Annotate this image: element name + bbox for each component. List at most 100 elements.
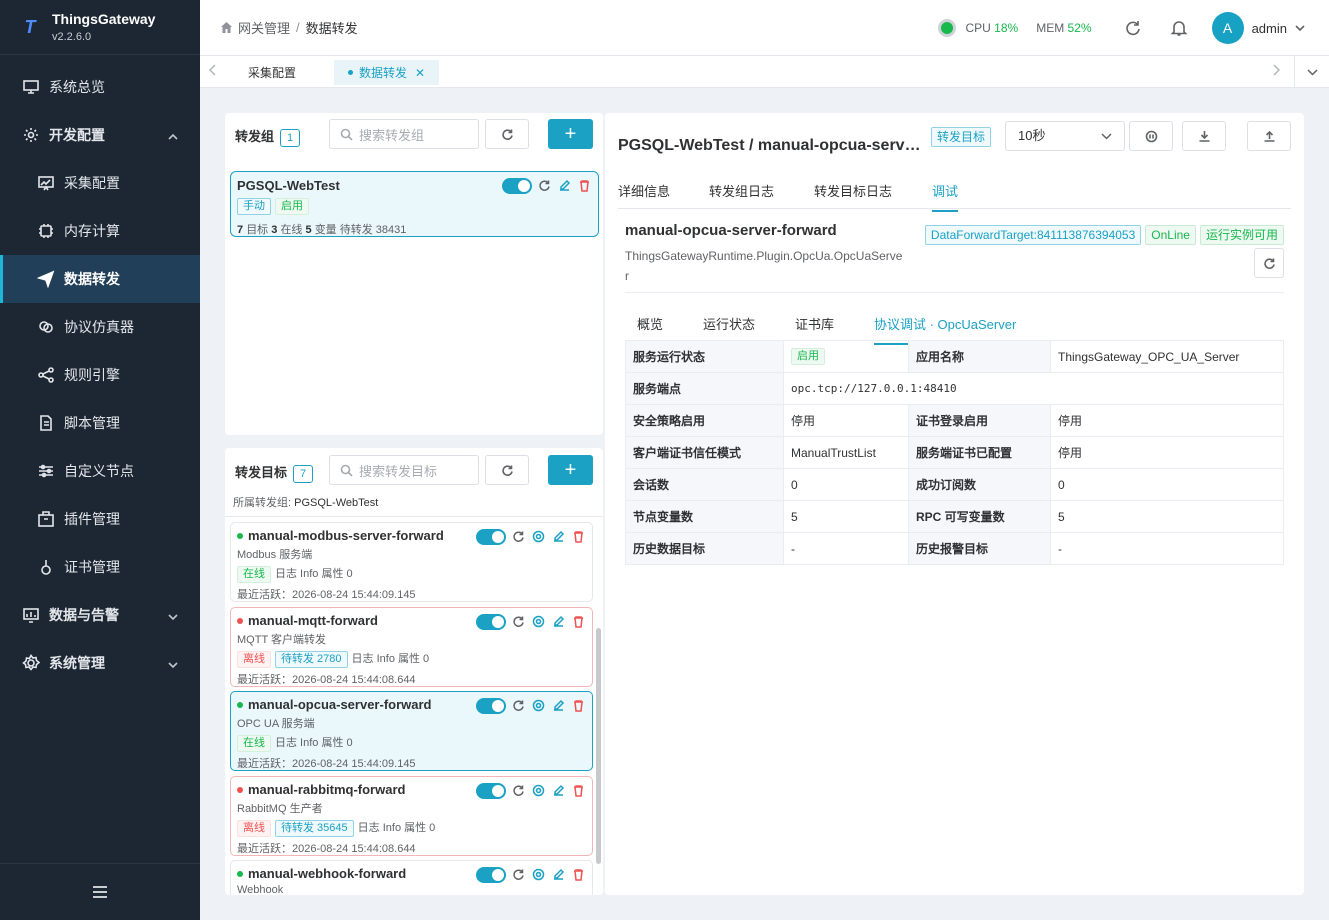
target-card-webhook[interactable]: manual-webhook-forward Webhook: [230, 860, 593, 895]
targets-scrollbar[interactable]: [596, 628, 601, 864]
refresh-icon[interactable]: [512, 615, 526, 629]
sidebar-item-data-alarm[interactable]: 数据与告警: [0, 591, 200, 639]
sidebar-item-label: 系统总览: [49, 79, 105, 95]
target-enable-toggle[interactable]: [476, 783, 506, 799]
upload-button[interactable]: [1247, 121, 1291, 151]
pause-button[interactable]: [1129, 121, 1173, 151]
username[interactable]: admin: [1252, 21, 1287, 36]
chevron-right-icon[interactable]: [1271, 64, 1283, 78]
refresh-icon[interactable]: [512, 784, 526, 798]
sidebar-item-label: 内存计算: [64, 223, 120, 239]
sidebar: T ThingsGateway v2.2.6.0 系统总览 开发配置 采集配置 …: [0, 0, 200, 920]
close-icon[interactable]: ✕: [415, 66, 425, 80]
online-dot: [237, 870, 243, 877]
sidebar-item-memory-compute[interactable]: 内存计算: [0, 207, 200, 255]
chevron-left-icon[interactable]: [208, 64, 220, 78]
target-type: Modbus 服务端: [237, 549, 313, 561]
table-row: 会话数 0 成功订阅数 0: [625, 468, 1284, 501]
target-enable-toggle[interactable]: [476, 698, 506, 714]
sidebar-item-label: 规则引擎: [64, 367, 120, 383]
tab-debug[interactable]: 调试: [932, 181, 959, 212]
subtab-overview[interactable]: 概览: [637, 314, 663, 333]
target-type: Webhook: [237, 884, 284, 895]
interval-select[interactable]: 10秒: [1005, 121, 1125, 151]
gear-icon[interactable]: [532, 699, 546, 713]
breadcrumb-parent[interactable]: 网关管理: [238, 18, 290, 37]
sidebar-item-dev-config[interactable]: 开发配置: [0, 111, 200, 159]
target-card-mqtt[interactable]: manual-mqtt-forward MQTT 客户端转发 离线 待转发 278…: [230, 607, 593, 687]
sidebar-item-label: 插件管理: [64, 511, 120, 527]
tab-details[interactable]: 详细信息: [618, 181, 670, 200]
refresh-icon[interactable]: [512, 699, 526, 713]
target-enable-toggle[interactable]: [476, 867, 506, 883]
sidebar-item-plugin-manage[interactable]: 插件管理: [0, 495, 200, 543]
target-card-modbus[interactable]: manual-modbus-server-forward Modbus 服务端 …: [230, 522, 593, 602]
refresh-icon[interactable]: [512, 868, 526, 882]
sidebar-item-rule-engine[interactable]: 规则引擎: [0, 351, 200, 399]
delete-icon[interactable]: [572, 699, 586, 713]
tab-target-log[interactable]: 转发目标日志: [814, 181, 892, 200]
add-group-button[interactable]: +: [548, 119, 593, 149]
download-icon: [1199, 130, 1209, 142]
target-card-rabbitmq[interactable]: manual-rabbitmq-forward RabbitMQ 生产者 离线待…: [230, 776, 593, 856]
target-refresh-button[interactable]: [1254, 248, 1284, 278]
sliders-icon: [37, 462, 55, 480]
sidebar-item-data-forward[interactable]: 数据转发: [0, 255, 200, 303]
delete-icon[interactable]: [578, 179, 592, 193]
table-row: 历史数据目标 - 历史报警目标 -: [625, 532, 1284, 565]
app-name: ThingsGateway: [52, 11, 156, 27]
status-indicator: [941, 22, 954, 34]
tab-collect-config[interactable]: 采集配置: [234, 60, 310, 85]
tab-group-log[interactable]: 转发组日志: [709, 181, 774, 200]
gear-icon[interactable]: [532, 615, 546, 629]
download-button[interactable]: [1182, 121, 1226, 151]
edit-icon[interactable]: [552, 699, 566, 713]
target-tags: DataForwardTarget:841113876394053 OnLine…: [924, 225, 1284, 245]
edit-icon[interactable]: [558, 179, 572, 193]
group-refresh-button[interactable]: [485, 119, 529, 149]
bell-icon[interactable]: [1170, 19, 1188, 37]
subtab-runtime-status[interactable]: 运行状态: [703, 314, 755, 333]
target-enable-toggle[interactable]: [476, 614, 506, 630]
tab-data-forward[interactable]: 数据转发 ✕: [334, 60, 440, 85]
sidebar-item-script-manage[interactable]: 脚本管理: [0, 399, 200, 447]
sidebar-item-cert-manage[interactable]: 证书管理: [0, 543, 200, 591]
sidebar-collapse-button[interactable]: [0, 863, 200, 920]
sidebar-item-system-manage[interactable]: 系统管理: [0, 639, 200, 687]
avatar[interactable]: A: [1211, 12, 1244, 44]
sidebar-item-overview[interactable]: 系统总览: [0, 63, 200, 111]
group-card[interactable]: PGSQL-WebTest 手动 启用 7 目标 3 在线 5 变量 待转发 38…: [230, 171, 599, 237]
edit-icon[interactable]: [552, 784, 566, 798]
refresh-icon[interactable]: [1124, 19, 1142, 37]
group-search-input[interactable]: 搜索转发组: [329, 119, 479, 149]
refresh-icon[interactable]: [538, 179, 552, 193]
chevron-down-icon[interactable]: [1295, 21, 1305, 36]
group-stats: 7 目标 3 在线 5 变量 待转发 38431: [237, 224, 407, 237]
gear-icon[interactable]: [532, 530, 546, 544]
add-target-button[interactable]: +: [548, 455, 593, 485]
delete-icon[interactable]: [572, 615, 586, 629]
gear-icon[interactable]: [532, 868, 546, 882]
target-enable-toggle[interactable]: [476, 529, 506, 545]
subtab-cert-store[interactable]: 证书库: [795, 314, 834, 333]
link-icon: [37, 318, 55, 336]
sidebar-item-custom-node[interactable]: 自定义节点: [0, 447, 200, 495]
subtab-protocol-debug[interactable]: 协议调试 · OpcUaServer: [874, 314, 1017, 345]
target-name: manual-webhook-forward: [248, 866, 407, 881]
target-card-opcua[interactable]: manual-opcua-server-forward OPC UA 服务端 在…: [230, 691, 593, 771]
sidebar-item-protocol-simulator[interactable]: 协议仿真器: [0, 303, 200, 351]
edit-icon[interactable]: [552, 530, 566, 544]
delete-icon[interactable]: [572, 530, 586, 544]
target-search-input[interactable]: 搜索转发目标: [329, 455, 479, 485]
delete-icon[interactable]: [572, 868, 586, 882]
edit-icon[interactable]: [552, 868, 566, 882]
chip-icon: [37, 222, 55, 240]
edit-icon[interactable]: [552, 615, 566, 629]
tabs-dropdown-button[interactable]: [1294, 56, 1329, 88]
target-refresh-button[interactable]: [485, 455, 529, 485]
refresh-icon[interactable]: [512, 530, 526, 544]
gear-icon[interactable]: [532, 784, 546, 798]
sidebar-item-collect-config[interactable]: 采集配置: [0, 159, 200, 207]
group-enable-toggle[interactable]: [502, 178, 532, 194]
delete-icon[interactable]: [572, 784, 586, 798]
